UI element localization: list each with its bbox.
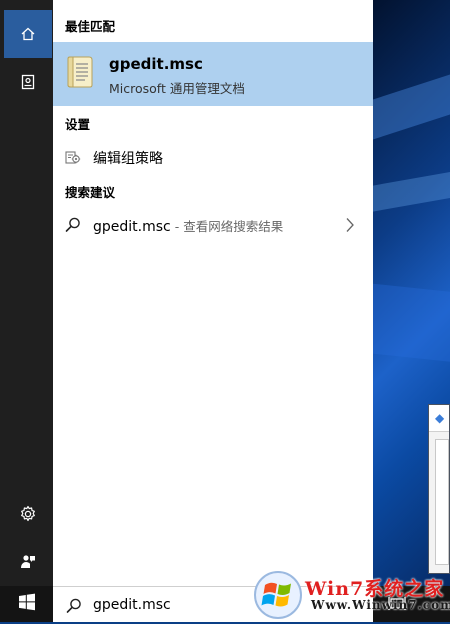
- suggestion-hint: - 查看网络搜索结果: [170, 219, 284, 234]
- home-icon: [20, 26, 36, 42]
- wallpaper-light-ray: [373, 60, 450, 140]
- suggestion-query: gpedit.msc: [93, 219, 171, 235]
- home-button[interactable]: [4, 10, 52, 58]
- search-suggestions-header: 搜索建议: [65, 185, 116, 200]
- wallpaper-light-ray: [373, 283, 450, 367]
- search-input[interactable]: [93, 594, 353, 616]
- windows-logo-icon: [18, 593, 36, 615]
- start-button[interactable]: [0, 586, 53, 622]
- settings-button[interactable]: [4, 490, 52, 538]
- wallpaper-light-ray: [373, 164, 450, 212]
- settings-item-label: 编辑组策略: [93, 151, 163, 167]
- feedback-button[interactable]: [4, 538, 52, 586]
- window-titlebar-icon: ◆: [429, 405, 449, 432]
- taskbar-search-box[interactable]: [53, 586, 373, 622]
- taskbar: [0, 586, 450, 622]
- best-match-header: 最佳匹配: [65, 19, 116, 34]
- suggestion-text: gpedit.msc - 查看网络搜索结果: [93, 216, 283, 235]
- task-view-icon[interactable]: [388, 595, 406, 617]
- notebook-icon: [20, 74, 36, 90]
- background-window[interactable]: ◆: [428, 404, 450, 574]
- search-icon: [64, 216, 82, 238]
- best-match-title: gpedit.msc: [109, 55, 203, 73]
- best-match-subtitle: Microsoft 通用管理文档: [109, 81, 245, 96]
- policy-gear-icon: [64, 148, 82, 170]
- feedback-icon: [19, 553, 37, 571]
- document-icon: [65, 55, 95, 93]
- notebook-button[interactable]: [4, 58, 52, 106]
- start-rail: [0, 0, 53, 586]
- chevron-right-icon[interactable]: [345, 217, 355, 237]
- settings-item-edit-group-policy[interactable]: 编辑组策略: [53, 140, 373, 174]
- search-results-panel: 最佳匹配 gpedit.msc Microsoft 通用管理文档 设置 编辑组策…: [53, 0, 373, 586]
- gear-icon: [19, 505, 37, 523]
- search-icon: [65, 597, 83, 619]
- best-match-result[interactable]: gpedit.msc Microsoft 通用管理文档: [53, 42, 373, 106]
- web-suggestion-item[interactable]: gpedit.msc - 查看网络搜索结果: [53, 208, 373, 242]
- settings-header: 设置: [65, 117, 91, 132]
- window-content: [435, 439, 449, 565]
